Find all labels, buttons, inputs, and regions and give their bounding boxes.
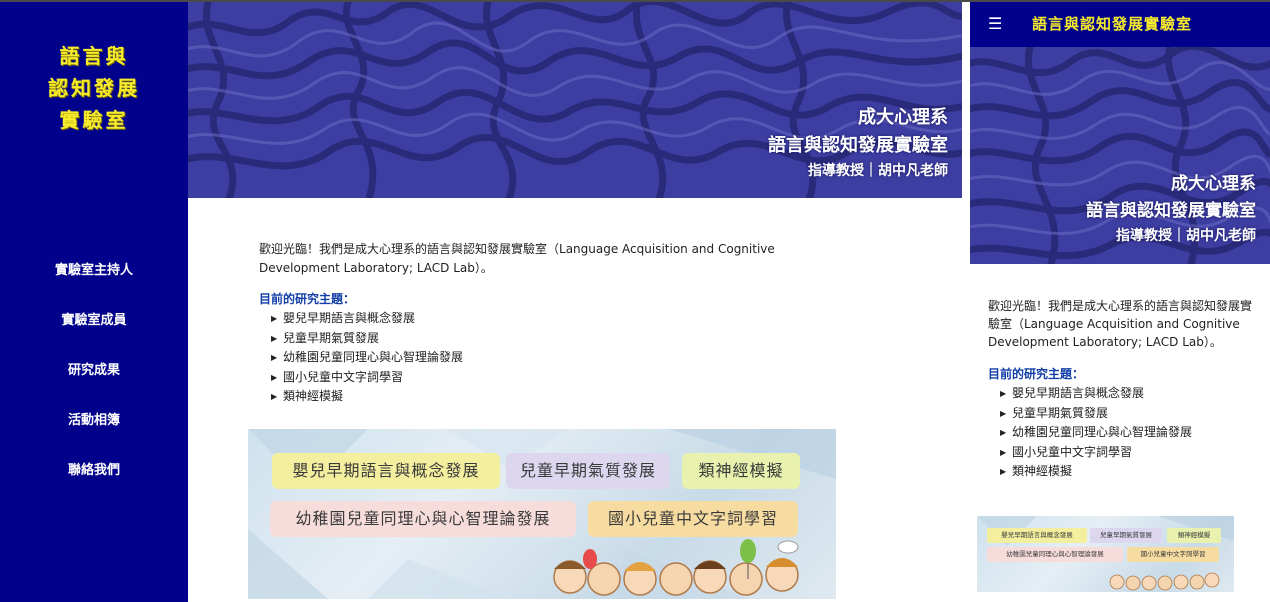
research-topics-banner: 嬰兒早期語言與概念發展 兒童早期氣質發展 類神經模擬 幼稚園兒童同理心與心智理論…: [248, 429, 836, 599]
banner-tag-kindergarten-empathy: 幼稚園兒童同理心與心智理論發展: [270, 501, 576, 537]
logo-line-3: 實驗室: [59, 108, 129, 132]
list-item: ▶ 嬰兒早期語言與概念發展: [271, 309, 849, 329]
banner-tag-child-temperament: 兒童早期氣質發展: [1090, 528, 1162, 543]
banner-tag-chinese-word-learning: 國小兒童中文字詞學習: [588, 501, 798, 537]
list-item: ▶ 幼稚園兒童同理心與心智理論發展: [1000, 423, 1262, 443]
mobile-site-title[interactable]: 語言與認知發展實驗室: [1032, 13, 1192, 34]
list-item: ▶ 國小兒童中文字詞學習: [1000, 443, 1262, 463]
mobile-research-topics-banner: 嬰兒早期語言與概念發展 兒童早期氣質發展 類神經模擬 幼稚園兒童同理心與心智理論…: [977, 516, 1234, 592]
banner-tag-kindergarten-empathy: 幼稚園兒童同理心與心智理論發展: [987, 547, 1123, 562]
intro-paragraph: 歡迎光臨！我們是成大心理系的語言與認知發展實驗室（Language Acquis…: [259, 242, 775, 275]
children-illustration: [553, 539, 799, 596]
logo-line-2: 認知發展: [48, 76, 140, 100]
triangle-bullet-icon: ▶: [271, 333, 278, 343]
mobile-hero-banner: 成大心理系 語言與認知發展實驗室 指導教授｜胡中凡老師: [970, 47, 1270, 264]
banner-tag-infant-language: 嬰兒早期語言與概念發展: [987, 528, 1087, 543]
triangle-bullet-icon: ▶: [271, 353, 278, 362]
hero-banner: 成大心理系 語言與認知發展實驗室 指導教授｜胡中凡老師: [188, 2, 962, 198]
research-topics-list: ▶ 嬰兒早期語言與概念發展 ▶ 兒童早期氣質發展 ▶ 幼稚園兒童同理心與心智理論發展 …: [1000, 384, 1262, 482]
triangle-bullet-icon: ▶: [271, 314, 278, 323]
list-item: ▶ 兒童早期氣質發展: [1000, 404, 1262, 424]
hero-advisor: 指導教授｜胡中凡老師: [1116, 228, 1256, 244]
nav-item-lab-director[interactable]: 實驗室主持人: [0, 260, 188, 310]
triangle-bullet-icon: ▶: [1000, 408, 1007, 418]
intro-paragraph: 歡迎光臨！我們是成大心理系的語言與認知發展實驗室（Language Acquis…: [988, 299, 1253, 349]
triangle-bullet-icon: ▶: [1000, 428, 1007, 437]
children-illustration: [1109, 572, 1220, 591]
research-topics-heading: 目前的研究主題：: [988, 367, 1085, 381]
banner-tag-child-temperament: 兒童早期氣質發展: [506, 453, 670, 489]
nav-item-lab-members[interactable]: 實驗室成員: [0, 310, 188, 360]
mobile-main-content: 歡迎光臨！我們是成大心理系的語言與認知發展實驗室（Language Acquis…: [988, 297, 1262, 482]
banner-tag-infant-language: 嬰兒早期語言與概念發展: [272, 453, 500, 489]
list-item: ▶ 類神經模擬: [271, 387, 849, 407]
hero-lab-name: 語言與認知發展實驗室: [768, 135, 948, 156]
triangle-bullet-icon: ▶: [1000, 447, 1007, 457]
mobile-header: ☰ 語言與認知發展實驗室: [970, 2, 1270, 47]
list-item: ▶ 嬰兒早期語言與概念發展: [1000, 384, 1262, 404]
main-content: 歡迎光臨！我們是成大心理系的語言與認知發展實驗室（Language Acquis…: [259, 240, 849, 407]
nav-item-research-output[interactable]: 研究成果: [0, 360, 188, 410]
list-item: ▶ 國小兒童中文字詞學習: [271, 368, 849, 388]
sidebar-nav: 實驗室主持人 實驗室成員 研究成果 活動相簿 聯絡我們: [0, 260, 188, 510]
hero-dept: 成大心理系: [1171, 174, 1256, 194]
triangle-bullet-icon: ▶: [1000, 389, 1007, 398]
list-item: ▶ 類神經模擬: [1000, 462, 1262, 482]
triangle-bullet-icon: ▶: [1000, 467, 1007, 476]
hero-lab-name: 語言與認知發展實驗室: [1086, 201, 1256, 221]
hero-advisor: 指導教授｜胡中凡老師: [808, 163, 948, 179]
sidebar: 語言與 認知發展 實驗室 實驗室主持人 實驗室成員 研究成果 活動相簿 聯絡我們: [0, 2, 188, 602]
nav-item-photo-album[interactable]: 活動相簿: [0, 410, 188, 460]
nav-item-contact-us[interactable]: 聯絡我們: [0, 460, 188, 510]
banner-tag-neural-simulation: 類神經模擬: [682, 453, 800, 489]
hero-caption: 成大心理系 語言與認知發展實驗室 指導教授｜胡中凡老師: [768, 104, 948, 182]
research-topics-heading: 目前的研究主題：: [259, 292, 356, 306]
hero-dept: 成大心理系: [858, 107, 948, 128]
mobile-hero-caption: 成大心理系 語言與認知發展實驗室 指導教授｜胡中凡老師: [1086, 171, 1256, 247]
logo-line-1: 語言與: [59, 44, 129, 68]
triangle-bullet-icon: ▶: [271, 392, 278, 401]
hamburger-menu-icon[interactable]: ☰: [988, 14, 1002, 33]
list-item: ▶ 兒童早期氣質發展: [271, 329, 849, 349]
lab-logo[interactable]: 語言與 認知發展 實驗室: [14, 40, 174, 136]
banner-tag-neural-simulation: 類神經模擬: [1167, 528, 1221, 543]
list-item: ▶ 幼稚園兒童同理心與心智理論發展: [271, 348, 849, 368]
triangle-bullet-icon: ▶: [271, 372, 278, 382]
research-topics-list: ▶ 嬰兒早期語言與概念發展 ▶ 兒童早期氣質發展 ▶ 幼稚園兒童同理心與心智理論發展 …: [271, 309, 849, 407]
page: 語言與 認知發展 實驗室 實驗室主持人 實驗室成員 研究成果 活動相簿 聯絡我們: [0, 0, 1270, 602]
banner-tag-chinese-word-learning: 國小兒童中文字詞學習: [1127, 547, 1219, 562]
